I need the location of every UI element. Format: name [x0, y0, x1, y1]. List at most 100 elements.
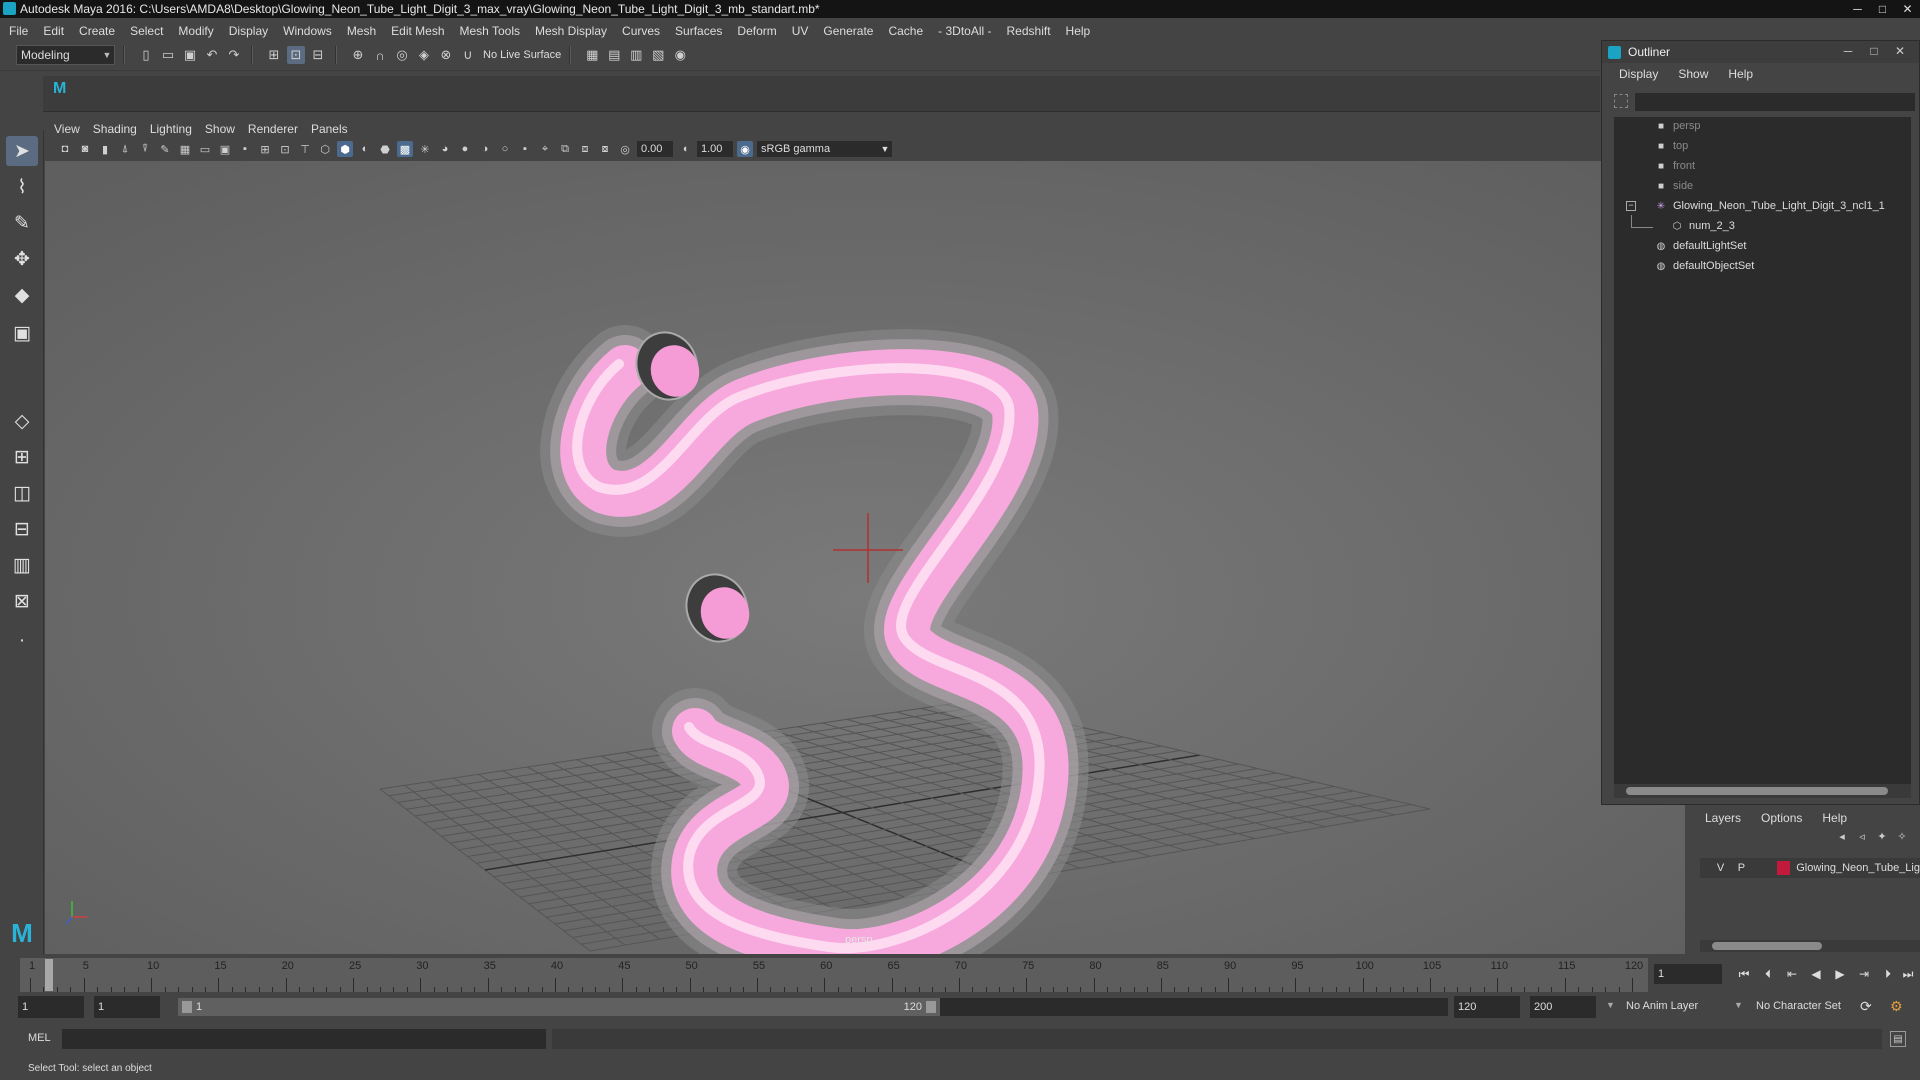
layer-menu-help[interactable]: Help: [1822, 811, 1847, 825]
snap-live-icon[interactable]: ⊗: [437, 46, 455, 64]
panel-menu-lighting[interactable]: Lighting: [150, 122, 192, 136]
menu-cache[interactable]: Cache: [888, 24, 923, 38]
scrollbar-thumb[interactable]: [1712, 942, 1822, 950]
range-start-knob[interactable]: [182, 1001, 192, 1013]
menu-mesh-display[interactable]: Mesh Display: [535, 24, 607, 38]
gamma-field[interactable]: 1.00: [697, 141, 733, 157]
step-forward-key-icon[interactable]: ⇥: [1854, 964, 1874, 984]
xray-icon[interactable]: ⧉: [557, 141, 573, 157]
outliner-item-mesh[interactable]: ⬡ num_2_3: [1670, 217, 1735, 235]
color-management-icon[interactable]: ◉: [737, 141, 753, 157]
camera-select-icon[interactable]: ◘: [57, 141, 73, 157]
bookmark-icon[interactable]: ▮: [97, 141, 113, 157]
menu-modify[interactable]: Modify: [178, 24, 213, 38]
wireframe-icon[interactable]: ⬡: [317, 141, 333, 157]
isolate-select-icon[interactable]: ⌖: [537, 141, 553, 157]
outliner-close-button[interactable]: ✕: [1887, 44, 1913, 58]
outliner-minimize-button[interactable]: ─: [1835, 44, 1861, 58]
panel-menu-show[interactable]: Show: [205, 122, 235, 136]
new-layer-icon[interactable]: ✦: [1872, 830, 1892, 850]
layer-visibility-toggle[interactable]: V: [1710, 862, 1731, 874]
outliner-layout-icon[interactable]: ⊟: [6, 514, 38, 544]
playback-end-field[interactable]: 120: [1454, 996, 1520, 1018]
layer-row[interactable]: V P Glowing_Neon_Tube_Lig: [1700, 858, 1920, 878]
panel-menu-renderer[interactable]: Renderer: [248, 122, 298, 136]
menu-surfaces[interactable]: Surfaces: [675, 24, 722, 38]
redo-icon[interactable]: ↷: [225, 46, 243, 64]
graph-layout-icon[interactable]: ▥: [6, 550, 38, 580]
menu-display[interactable]: Display: [229, 24, 268, 38]
range-end-knob[interactable]: [926, 1001, 936, 1013]
scrollbar-thumb[interactable]: [1626, 787, 1888, 795]
view-transform-select[interactable]: sRGB gamma ▼: [757, 141, 892, 157]
outliner-item-persp[interactable]: ■ persp: [1654, 117, 1701, 135]
ambient-occlusion-icon[interactable]: ●: [457, 141, 473, 157]
time-slider-track[interactable]: 1 5 10 15 20 25 30 35 40 45 50 55 60 65 70 75 80 85 90 95 10…: [20, 958, 1648, 992]
outliner-search-input[interactable]: [1635, 93, 1915, 111]
xray-components-icon[interactable]: ⧇: [597, 141, 613, 157]
safe-title-icon[interactable]: ⊤: [297, 141, 313, 157]
anim-layer-select[interactable]: No Anim Layer: [1626, 1000, 1698, 1012]
maya-shelf-icon[interactable]: M: [53, 80, 73, 98]
move-layer-up-icon[interactable]: ◂: [1832, 830, 1852, 850]
menu-mesh[interactable]: Mesh: [347, 24, 376, 38]
animation-prefs-icon[interactable]: ⚙: [1890, 998, 1903, 1015]
two-view-layout-icon[interactable]: ◫: [6, 478, 38, 508]
open-scene-icon[interactable]: ▭: [159, 46, 177, 64]
outliner-maximize-button[interactable]: □: [1861, 44, 1887, 58]
outliner-item-defaultobjectset[interactable]: ◍ defaultObjectSet: [1654, 257, 1755, 275]
outliner-item-side[interactable]: ■ side: [1654, 177, 1693, 195]
animation-end-field[interactable]: 200: [1530, 996, 1596, 1018]
outliner-filter-icon[interactable]: [1614, 94, 1628, 108]
menu-create[interactable]: Create: [79, 24, 115, 38]
current-frame-field[interactable]: 1: [1654, 964, 1722, 984]
exposure-icon[interactable]: ◎: [617, 141, 633, 157]
script-language-label[interactable]: MEL: [28, 1032, 51, 1044]
outliner-item-top[interactable]: ■ top: [1654, 137, 1688, 155]
snap-curve-icon[interactable]: ∩: [371, 46, 389, 64]
outliner-item-group[interactable]: ✳ Glowing_Neon_Tube_Light_Digit_3_ncl1_1: [1654, 197, 1885, 215]
grid-toggle-icon[interactable]: ▦: [177, 141, 193, 157]
viewport-persp[interactable]: persp: [45, 161, 1685, 954]
playback-start-field[interactable]: 1: [94, 996, 160, 1018]
panel-menu-panels[interactable]: Panels: [311, 122, 348, 136]
rotate-tool-icon[interactable]: ◆: [6, 280, 38, 310]
menu-file[interactable]: File: [9, 24, 28, 38]
play-backwards-icon[interactable]: ◀: [1806, 964, 1826, 984]
maximize-button[interactable]: □: [1870, 0, 1895, 18]
ipr-render-icon[interactable]: ▥: [627, 46, 645, 64]
single-view-layout-icon[interactable]: ◇: [6, 406, 38, 436]
menu-curves[interactable]: Curves: [622, 24, 660, 38]
step-back-key-icon[interactable]: ⇤: [1782, 964, 1802, 984]
layer-color-swatch[interactable]: [1776, 861, 1791, 875]
paint-select-icon[interactable]: ✎: [6, 208, 38, 238]
menu-select[interactable]: Select: [130, 24, 163, 38]
menu-windows[interactable]: Windows: [283, 24, 332, 38]
step-back-frame-icon[interactable]: ⏴: [1758, 964, 1778, 984]
anti-aliasing-icon[interactable]: ○: [497, 141, 513, 157]
snap-grid-icon[interactable]: ⊕: [349, 46, 367, 64]
outliner-horizontal-scrollbar[interactable]: [1614, 784, 1911, 798]
depth-of-field-icon[interactable]: ▪: [517, 141, 533, 157]
go-to-start-icon[interactable]: ⏮: [1734, 964, 1754, 984]
film-gate-icon[interactable]: ▭: [197, 141, 213, 157]
panel-menu-shading[interactable]: Shading: [93, 122, 137, 136]
textured-icon[interactable]: ▩: [397, 141, 413, 157]
resolution-gate-icon[interactable]: ▣: [217, 141, 233, 157]
save-scene-icon[interactable]: ▣: [181, 46, 199, 64]
image-plane-icon[interactable]: ⍋: [117, 141, 133, 157]
menu-redshift[interactable]: Redshift: [1007, 24, 1051, 38]
xray-joints-icon[interactable]: ⧈: [577, 141, 593, 157]
default-lighting-icon[interactable]: ◐: [357, 141, 373, 157]
safe-action-icon[interactable]: ⊡: [277, 141, 293, 157]
go-to-end-icon[interactable]: ⏭: [1898, 964, 1918, 984]
menu-mesh-tools[interactable]: Mesh Tools: [460, 24, 520, 38]
auto-key-icon[interactable]: ⟳: [1860, 998, 1872, 1015]
menu-uv[interactable]: UV: [792, 24, 809, 38]
outliner-menu-display[interactable]: Display: [1619, 67, 1658, 81]
camera-attributes-icon[interactable]: ◙: [77, 141, 93, 157]
gamma-icon[interactable]: ◖: [677, 141, 693, 157]
exposure-field[interactable]: 0.00: [637, 141, 673, 157]
grease-pencil-icon[interactable]: ✎: [157, 141, 173, 157]
undo-icon[interactable]: ↶: [203, 46, 221, 64]
